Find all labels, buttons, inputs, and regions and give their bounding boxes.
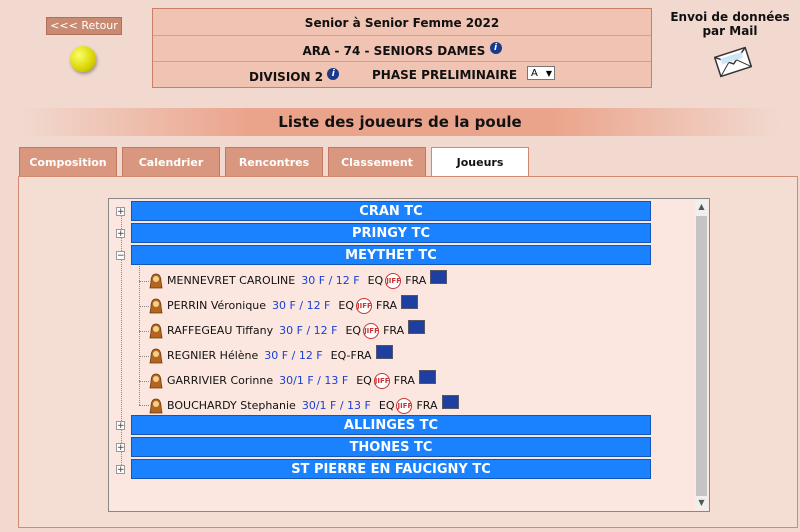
club-header[interactable]: THONES TC — [131, 437, 651, 457]
player-eq: EQ — [345, 324, 362, 337]
list-item[interactable]: BOUCHARDY Stephanie 30/1 F / 13 F EQ JIFF FR… — [149, 395, 459, 416]
player-rank: 30 F / 12 F — [264, 349, 323, 362]
eu-flag-icon — [441, 395, 459, 409]
player-nationality: FRA — [383, 324, 405, 337]
tab-rencontres[interactable]: Rencontres — [225, 147, 323, 177]
list-item[interactable]: REGNIER Hélène 30 F / 12 F EQ-FRA — [149, 345, 393, 366]
poule-select-value: A — [531, 68, 538, 79]
scrollbar-thumb[interactable] — [696, 216, 707, 496]
expand-toggle[interactable]: + — [116, 443, 125, 453]
player-name: MENNEVRET CAROLINE — [167, 274, 296, 287]
eu-flag-icon — [401, 295, 419, 309]
league-line: ARA - 74 - SENIORS DAMES i — [153, 42, 651, 58]
player-name: RAFFEGEAU Tiffany — [167, 324, 274, 337]
list-item[interactable]: RAFFEGEAU Tiffany 30 F / 12 F EQ JIFF FRA — [149, 320, 426, 341]
player-name: GARRIVIER Corinne — [167, 374, 274, 387]
player-rank: 30/1 F / 13 F — [279, 374, 349, 387]
division-label: DIVISION 2 i — [249, 68, 340, 84]
club-header[interactable]: ST PIERRE EN FAUCIGNY TC — [131, 459, 651, 479]
player-eq: EQ — [367, 274, 384, 287]
player-name: BOUCHARDY Stephanie — [167, 399, 296, 412]
female-player-icon — [149, 323, 163, 339]
tab-joueurs[interactable]: Joueurs — [431, 147, 529, 178]
expand-toggle[interactable]: + — [116, 421, 125, 431]
eu-flag-icon — [430, 270, 448, 284]
tab-composition[interactable]: Composition — [19, 147, 117, 177]
player-name: PERRIN Véronique — [167, 299, 267, 312]
player-rank: 30 F / 12 F — [272, 299, 331, 312]
list-item[interactable]: PERRIN Véronique 30 F / 12 F EQ JIFF FRA — [149, 295, 419, 316]
info-icon[interactable]: i — [489, 42, 502, 54]
chevron-down-icon: ▼ — [545, 69, 552, 78]
jiff-logo-icon: JIFF — [373, 373, 390, 389]
female-player-icon — [149, 273, 163, 289]
jiff-logo-icon: JIFF — [363, 323, 380, 339]
player-nationality: FRA — [416, 399, 438, 412]
player-eq: EQ — [356, 374, 372, 387]
female-player-icon — [149, 298, 163, 314]
player-nationality: FRA — [393, 374, 415, 387]
tennis-ball-icon — [70, 46, 96, 72]
club-header[interactable]: CRAN TC — [131, 201, 651, 221]
player-eq: EQ-FRA — [330, 349, 372, 362]
scroll-up-icon[interactable]: ▲ — [695, 200, 708, 214]
eu-flag-icon — [375, 345, 393, 359]
player-eq: EQ — [338, 299, 354, 312]
player-rank: 30 F / 12 F — [279, 324, 338, 337]
page-title: Liste des joueurs de la poule — [20, 108, 780, 136]
phase-label: PHASE PRELIMINAIRE — [372, 68, 518, 82]
competition-header: Senior à Senior Femme 2022 ARA - 74 - SE… — [152, 8, 652, 88]
player-nationality: FRA — [405, 274, 427, 287]
jiff-logo-icon: JIFF — [396, 398, 413, 414]
expand-toggle[interactable]: + — [116, 207, 125, 217]
eu-flag-icon — [418, 370, 436, 384]
poule-select[interactable]: A ▼ — [527, 66, 555, 80]
club-header[interactable]: PRINGY TC — [131, 223, 651, 243]
tab-classement[interactable]: Classement — [328, 147, 426, 177]
female-player-icon — [149, 373, 163, 389]
mail-label: Envoi de données par Mail — [670, 10, 790, 38]
list-item[interactable]: MENNEVRET CAROLINE 30 F / 12 F EQ JIFF FRA — [149, 270, 448, 291]
jiff-logo-icon: JIFF — [385, 273, 402, 289]
competition-title: Senior à Senior Femme 2022 — [304, 16, 500, 30]
division-text: DIVISION 2 — [249, 70, 324, 84]
female-player-icon — [149, 348, 163, 364]
collapse-toggle[interactable]: − — [116, 251, 125, 261]
player-eq: EQ — [378, 399, 395, 412]
club-header[interactable]: MEYTHET TC — [131, 245, 651, 265]
female-player-icon — [149, 398, 163, 414]
players-tree: + CRAN TC + PRINGY TC − MEYTHET TC MENNE… — [108, 198, 710, 512]
expand-toggle[interactable]: + — [116, 229, 125, 239]
info-icon[interactable]: i — [327, 68, 340, 80]
player-nationality: FRA — [376, 299, 398, 312]
player-name: REGNIER Hélène — [167, 349, 259, 362]
league-title: ARA - 74 - SENIORS DAMES — [302, 44, 486, 58]
eu-flag-icon — [408, 320, 426, 334]
back-button[interactable]: <<< Retour — [46, 17, 122, 35]
scroll-down-icon[interactable]: ▼ — [695, 496, 708, 510]
expand-toggle[interactable]: + — [116, 465, 125, 475]
club-header[interactable]: ALLINGES TC — [131, 415, 651, 435]
envelope-icon[interactable] — [714, 46, 752, 78]
player-rank: 30/1 F / 13 F — [301, 399, 371, 412]
player-rank: 30 F / 12 F — [301, 274, 360, 287]
jiff-logo-icon: JIFF — [356, 298, 372, 314]
list-item[interactable]: GARRIVIER Corinne 30/1 F / 13 F EQ JIFF FRA — [149, 370, 436, 391]
tab-calendrier[interactable]: Calendrier — [122, 147, 220, 177]
vertical-scrollbar[interactable]: ▲ ▼ — [695, 200, 708, 510]
